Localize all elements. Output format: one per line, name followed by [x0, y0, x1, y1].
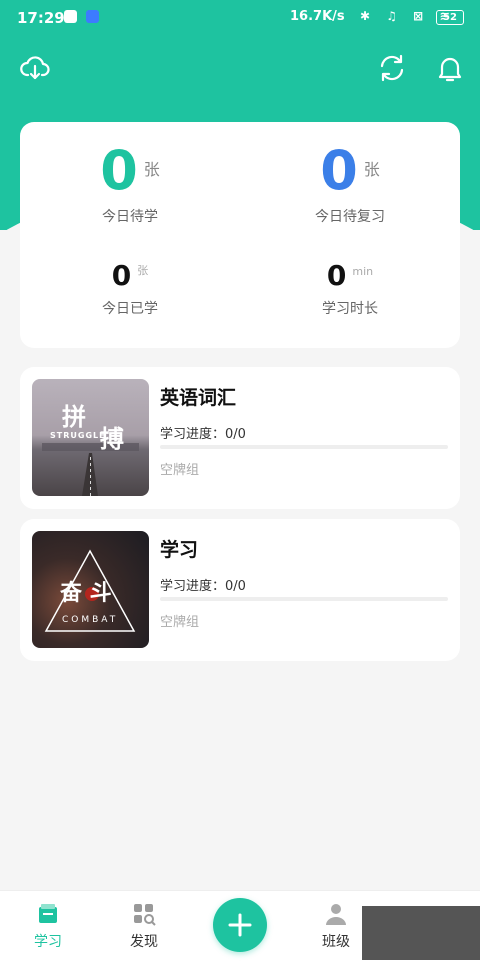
cover-text-main: 奋 斗	[60, 580, 112, 606]
to-learn-count: 0	[100, 139, 138, 202]
status-time: 17:29	[17, 9, 65, 27]
cover-text-main: 拼	[62, 402, 86, 431]
cloud-download-icon[interactable]	[19, 52, 51, 84]
deck-cover-image: 奋 斗 COMBAT	[32, 531, 149, 648]
today-stats-card: 0 张 今日待学 0 张 今日待复习 0 张 今日已学 0 min 学习时长	[20, 122, 460, 348]
learned-unit: 张	[137, 264, 149, 277]
learned-label: 今日已学	[102, 301, 158, 317]
add-button[interactable]	[213, 898, 267, 952]
learned-count: 0	[111, 259, 132, 292]
overlay-block	[362, 906, 480, 960]
stat-learned: 0 张 今日已学	[20, 260, 240, 318]
to-learn-label: 今日待学	[102, 209, 158, 225]
discover-icon	[131, 901, 157, 927]
to-review-label: 今日待复习	[315, 209, 385, 225]
refresh-icon[interactable]	[376, 52, 408, 84]
network-speed: 16.7K/s	[290, 9, 345, 24]
battery-indicator: 52	[436, 10, 464, 25]
duration-value: 0	[326, 259, 347, 292]
cloud-app-icon	[86, 10, 99, 23]
stat-to-learn[interactable]: 0 张 今日待学	[20, 142, 240, 226]
tab-study-label: 学习	[34, 934, 62, 950]
cover-text-sub: STRUGGLE	[50, 431, 106, 440]
deck-status: 空牌组	[160, 463, 200, 478]
deck-progress-label: 学习进度：0/0	[160, 427, 246, 442]
cover-text-sub: COMBAT	[62, 615, 119, 625]
to-review-count: 0	[320, 139, 358, 202]
deck-card-english-vocab[interactable]: 拼 搏 STRUGGLE 英语词汇 学习进度：0/0 空牌组	[20, 367, 460, 509]
deck-name: 学习	[160, 539, 199, 561]
notification-app-icon	[64, 10, 77, 23]
study-icon	[35, 901, 61, 927]
deck-status: 空牌组	[160, 615, 200, 630]
status-bar: 17:29 16.7K/s ✱ ♫ ⊠ ≋ 52	[0, 0, 480, 34]
stat-to-review[interactable]: 0 张 今日待复习	[240, 142, 460, 226]
to-learn-unit: 张	[143, 160, 160, 179]
duration-label: 学习时长	[322, 301, 378, 317]
tab-discover[interactable]: 发现	[104, 901, 184, 951]
deck-progress-bar	[160, 445, 448, 449]
deck-cover-image: 拼 搏 STRUGGLE	[32, 379, 149, 496]
deck-progress-label: 学习进度：0/0	[160, 579, 246, 594]
stat-duration: 0 min 学习时长	[240, 260, 460, 318]
tab-discover-label: 发现	[130, 934, 158, 950]
deck-name: 英语词汇	[160, 387, 237, 409]
bell-icon[interactable]	[434, 52, 466, 84]
deck-progress-bar	[160, 597, 448, 601]
tab-study[interactable]: 学习	[8, 901, 88, 951]
to-review-unit: 张	[363, 160, 380, 179]
plus-icon	[228, 913, 252, 937]
duration-unit: min	[352, 265, 374, 278]
deck-card-study[interactable]: 奋 斗 COMBAT 学习 学习进度：0/0 空牌组	[20, 519, 460, 661]
class-icon	[323, 901, 349, 927]
